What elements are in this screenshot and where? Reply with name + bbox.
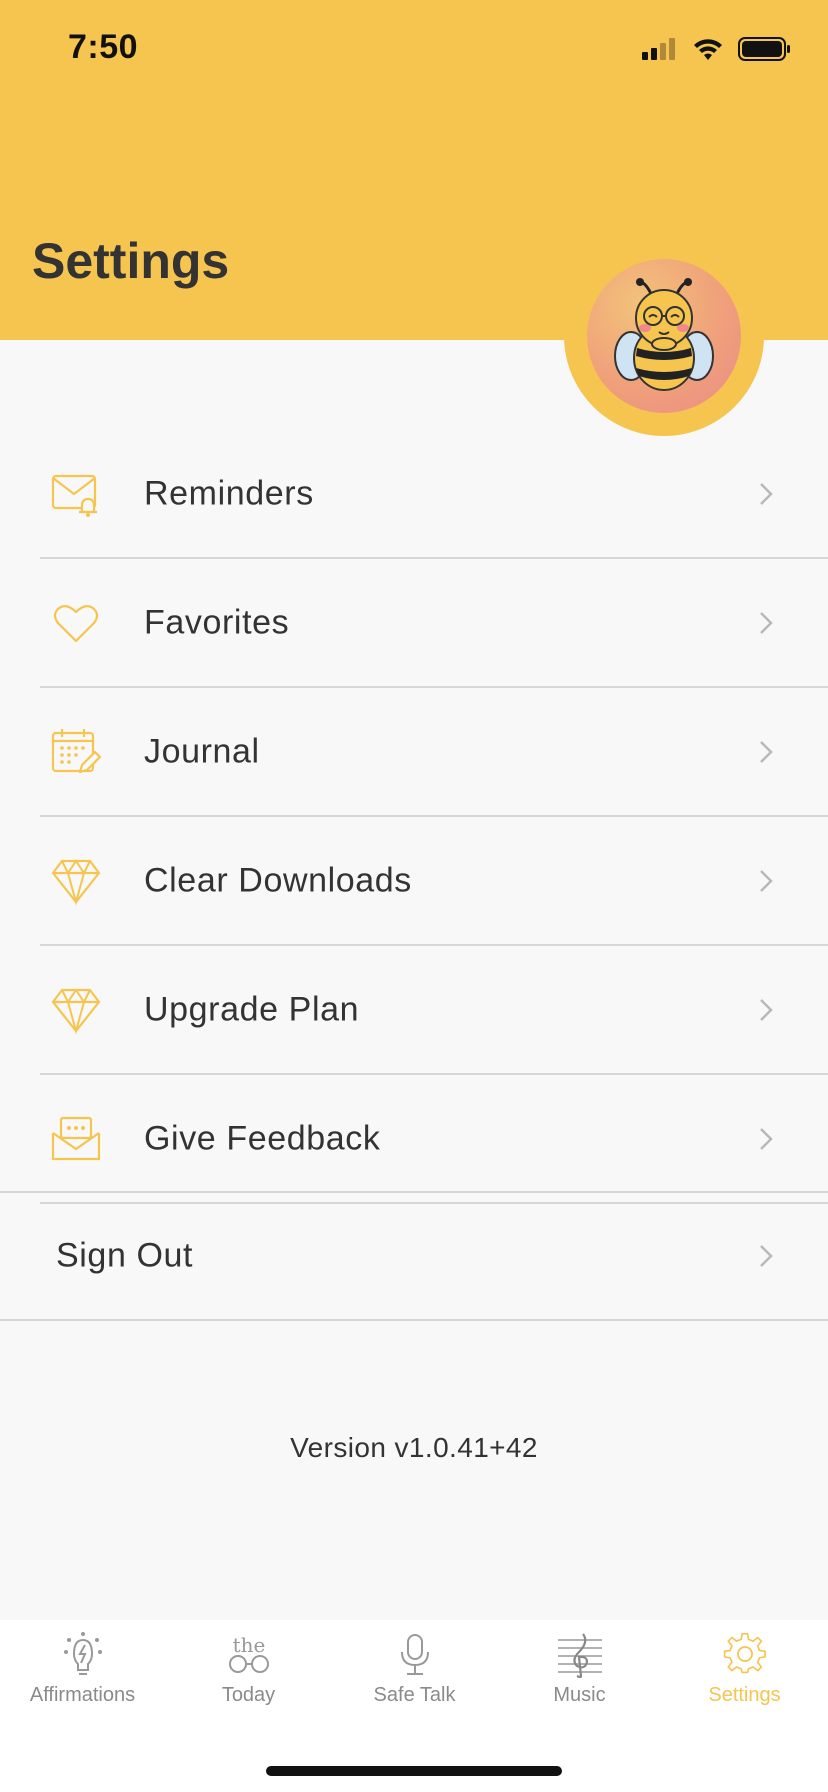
microphone-icon — [400, 1634, 429, 1675]
menu-item-favorites[interactable]: Favorites — [40, 559, 828, 688]
tab-settings[interactable]: Settings — [662, 1620, 827, 1730]
chevron-right-icon — [760, 1127, 773, 1150]
menu-item-label: Upgrade Plan — [144, 990, 360, 1028]
menu-item-label: Clear Downloads — [144, 861, 412, 899]
svg-text:the: the — [232, 1633, 265, 1657]
chevron-right-icon — [760, 611, 773, 634]
chevron-right-icon — [760, 869, 773, 892]
tab-music[interactable]: Music — [497, 1620, 662, 1730]
heart-icon — [53, 604, 99, 642]
chevron-right-icon — [760, 482, 773, 505]
tab-label: Settings — [708, 1684, 781, 1706]
menu-item-clear-downloads[interactable]: Clear Downloads — [40, 817, 828, 946]
menu-item-label: Favorites — [144, 603, 290, 641]
avatar[interactable] — [564, 236, 764, 436]
diamond-icon — [51, 987, 101, 1035]
settings-menu: Reminders Favorites Journal Clear Downlo… — [0, 430, 828, 1204]
menu-item-label: Journal — [144, 732, 260, 770]
version-text: Version v1.0.41+42 — [290, 1432, 538, 1463]
diamond-icon — [51, 858, 101, 906]
menu-item-give-feedback[interactable]: Give Feedback — [40, 1075, 828, 1204]
calendar-pencil-icon — [51, 728, 102, 773]
battery-icon — [738, 37, 790, 61]
tab-label: Safe Talk — [373, 1684, 456, 1706]
page-title: Settings — [32, 233, 230, 289]
avatar-inner — [587, 259, 741, 413]
status-time: 7:50 — [68, 28, 139, 66]
tab-label: Affirmations — [29, 1684, 136, 1706]
today-icon: the — [228, 1633, 269, 1673]
menu-item-journal[interactable]: Journal — [40, 688, 828, 817]
tab-safe-talk[interactable]: Safe Talk — [332, 1620, 497, 1730]
home-indicator[interactable] — [266, 1766, 562, 1776]
bulb-icon — [63, 1632, 102, 1675]
sign-out-button[interactable]: Sign Out — [0, 1191, 828, 1321]
wifi-icon — [694, 39, 722, 60]
feedback-envelope-icon — [51, 1116, 101, 1160]
sign-out-label: Sign Out — [56, 1236, 194, 1275]
chevron-right-icon — [760, 998, 773, 1021]
music-clef-icon — [557, 1633, 602, 1678]
menu-item-reminders[interactable]: Reminders — [40, 430, 828, 559]
chevron-right-icon — [760, 740, 773, 763]
mail-bell-icon — [51, 474, 97, 517]
menu-item-label: Give Feedback — [144, 1119, 381, 1157]
tab-affirmations[interactable]: Affirmations — [0, 1620, 165, 1730]
tab-today[interactable]: the Today — [166, 1620, 331, 1730]
tab-label: Today — [221, 1684, 276, 1706]
chevron-right-icon — [760, 1245, 773, 1267]
status-icons — [642, 34, 792, 64]
bee-mascot-icon — [614, 278, 714, 391]
tab-label: Music — [553, 1684, 606, 1706]
gear-icon — [723, 1633, 766, 1674]
menu-item-label: Reminders — [144, 474, 314, 512]
menu-item-upgrade-plan[interactable]: Upgrade Plan — [40, 946, 828, 1075]
signal-icon — [642, 38, 675, 60]
